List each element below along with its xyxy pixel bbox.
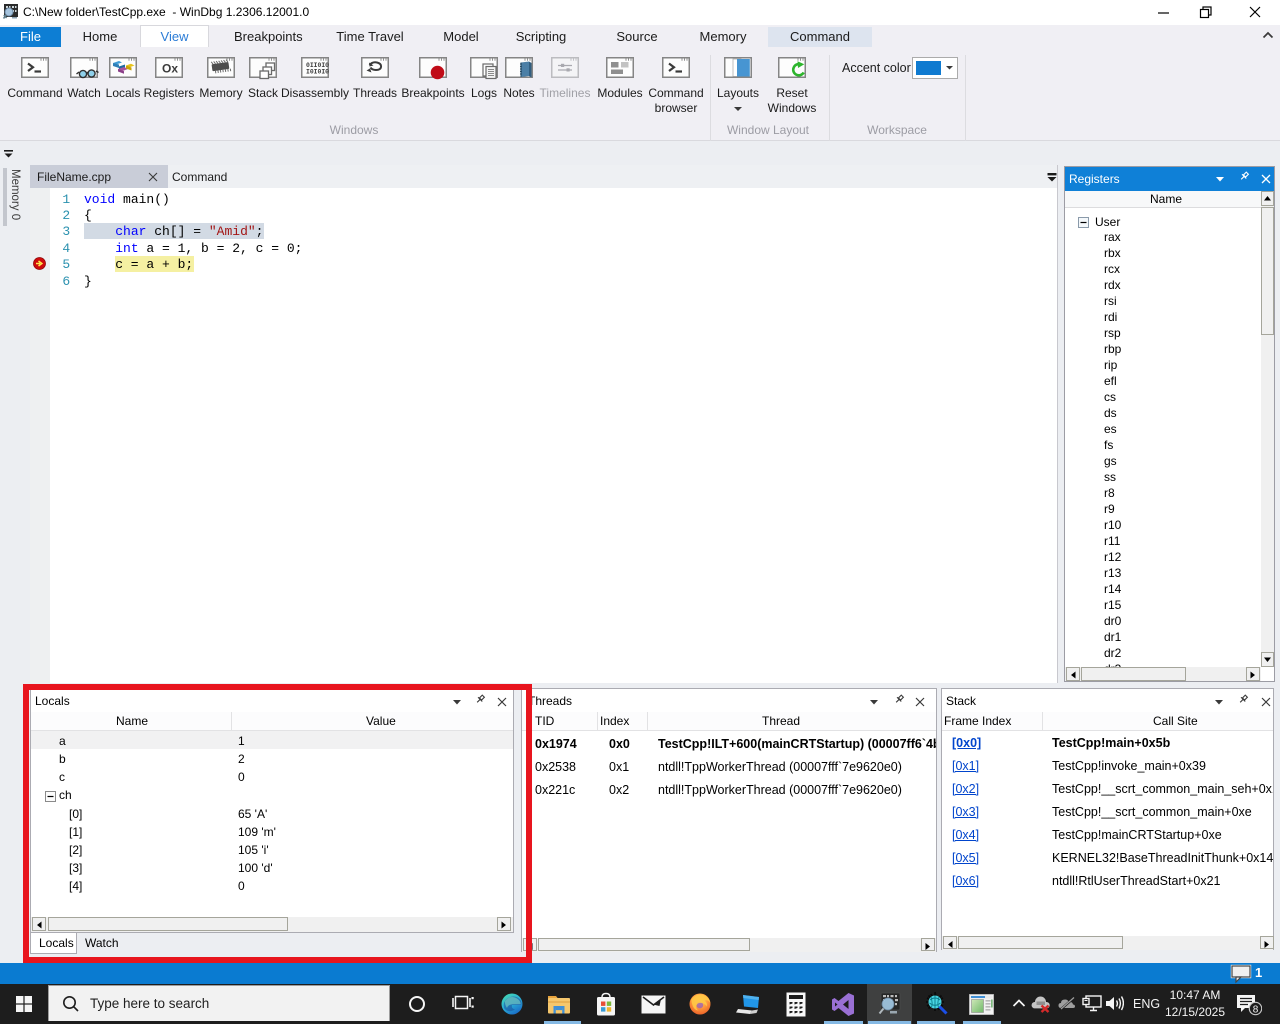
svg-text:I0I0I0: I0I0I0 — [306, 69, 329, 76]
svg-text:8: 8 — [1253, 1004, 1259, 1015]
svg-text:Ox: Ox — [162, 62, 178, 76]
